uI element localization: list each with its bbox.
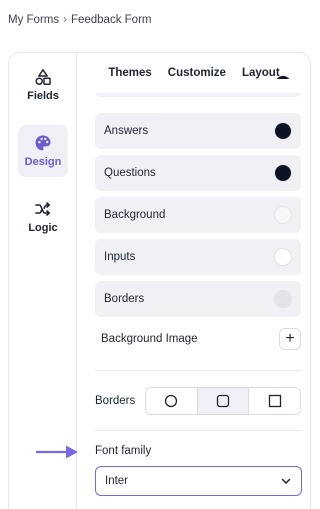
sidebar-item-label: Logic [28, 222, 58, 234]
sidebar-item-logic[interactable]: Logic [18, 191, 68, 243]
sidebar-rail: Fields Design Logic [9, 53, 77, 509]
color-row-inputs[interactable]: Inputs [95, 239, 301, 275]
divider [95, 430, 301, 431]
background-color-swatch[interactable] [274, 206, 292, 224]
add-background-image-button[interactable]: + [279, 328, 301, 350]
color-row-borders[interactable]: Borders [95, 281, 301, 317]
divider [95, 370, 301, 371]
color-row-label: Questions [104, 167, 156, 179]
borders-color-swatch[interactable] [274, 290, 292, 308]
sidebar-item-label: Design [24, 156, 62, 168]
sidebar-item-label: Fields [27, 90, 59, 102]
shuffle-icon [35, 202, 50, 216]
border-style-segmented-control [145, 387, 301, 415]
color-row-background[interactable]: Background [95, 197, 301, 233]
chevron-down-icon [281, 478, 291, 484]
sidebar-item-design[interactable]: Design [18, 125, 68, 177]
color-row-questions[interactable]: Questions [95, 155, 301, 191]
pointer-arrow-icon [36, 445, 78, 459]
background-image-setting: Background Image + [101, 327, 301, 351]
background-image-label: Background Image [101, 333, 198, 345]
tab-bar-backdrop [78, 79, 310, 93]
border-option-rounded[interactable] [197, 388, 250, 414]
editor-panel: Fields Design Logic Themes Customize Lay… [8, 52, 311, 509]
square-border-icon [268, 394, 281, 408]
sidebar-item-fields[interactable]: Fields [18, 59, 68, 111]
customize-content: Themes Customize Layout Answers Question… [78, 53, 310, 509]
color-row-answers[interactable]: Answers [95, 113, 301, 149]
shapes-icon [35, 69, 51, 85]
font-family-value: Inter [105, 475, 129, 487]
border-option-circle[interactable] [146, 388, 198, 414]
questions-color-swatch[interactable] [274, 164, 292, 182]
border-style-label: Borders [95, 395, 136, 407]
color-row-label: Inputs [104, 251, 136, 263]
border-option-square[interactable] [249, 388, 300, 414]
color-row-label: Borders [104, 293, 145, 305]
breadcrumb-root-link[interactable]: My Forms [8, 14, 59, 26]
font-family-label: Font family [95, 445, 152, 457]
font-family-select[interactable]: Inter [95, 466, 302, 496]
answers-color-swatch[interactable] [274, 122, 292, 140]
palette-icon [35, 135, 51, 151]
color-row-label: Background [104, 209, 166, 221]
rounded-border-icon [216, 394, 230, 408]
breadcrumb-separator: › [63, 14, 67, 26]
border-style-setting: Borders [95, 387, 301, 415]
circle-border-icon [165, 394, 178, 408]
color-row-label: Answers [104, 125, 149, 137]
breadcrumb: My Forms › Feedback Form [8, 14, 151, 26]
breadcrumb-current: Feedback Form [70, 14, 152, 26]
inputs-color-swatch[interactable] [274, 248, 292, 266]
